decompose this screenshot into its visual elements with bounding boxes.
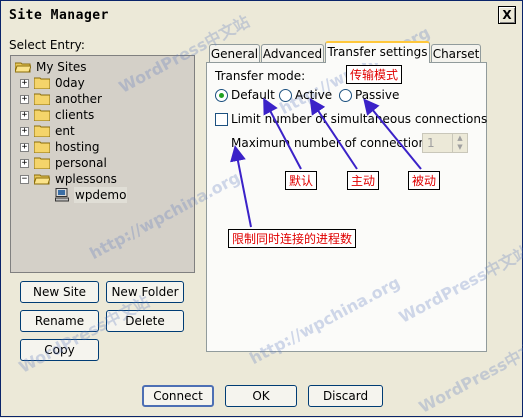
site-manager-window: Site Manager X Select Entry: My Sites + …: [0, 0, 523, 417]
arrow-default: [263, 97, 302, 170]
arrow-active: [309, 98, 358, 170]
annotation-passive: 被动: [408, 171, 441, 190]
annotation-default: 默认: [285, 171, 318, 190]
annotation-transfer-mode: 传输模式: [346, 65, 403, 84]
arrow-passive: [363, 98, 422, 170]
annotation-arrows: [230, 97, 422, 228]
annotation-limit: 限制同时连接的进程数: [228, 229, 357, 248]
annotation-active: 主动: [347, 171, 380, 190]
arrow-limit: [230, 145, 252, 228]
